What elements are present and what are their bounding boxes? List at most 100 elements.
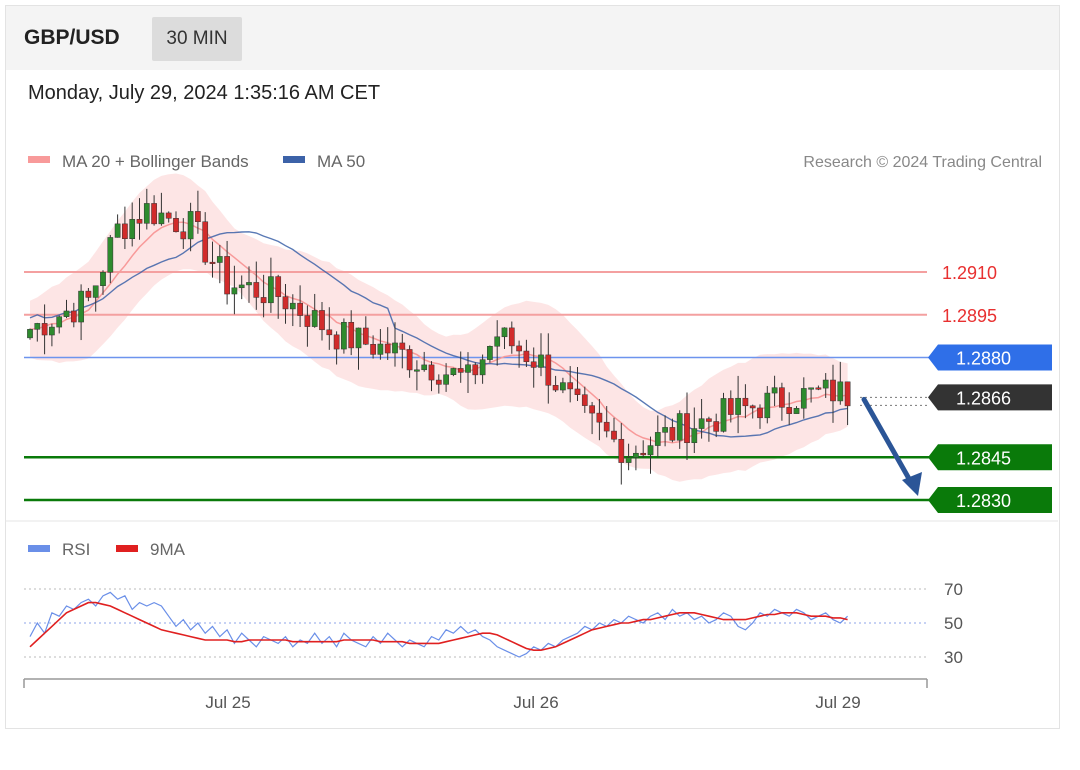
candle-body bbox=[530, 361, 537, 368]
candle-body bbox=[362, 327, 369, 345]
ma20-legend-label: MA 20 + Bollinger Bands bbox=[62, 152, 249, 171]
candle-body bbox=[319, 310, 325, 331]
candle-body bbox=[786, 407, 793, 414]
candle-body bbox=[122, 223, 128, 239]
candle-body bbox=[180, 231, 187, 240]
candle-body bbox=[304, 315, 311, 327]
candle-body bbox=[742, 397, 749, 407]
candle-body bbox=[70, 310, 77, 323]
candle-body bbox=[151, 203, 157, 225]
candle-body bbox=[377, 343, 384, 355]
candle-body bbox=[158, 212, 165, 225]
candle-body bbox=[793, 408, 800, 414]
candle-body bbox=[735, 397, 741, 415]
candle-body bbox=[545, 354, 552, 386]
candle-body bbox=[100, 271, 106, 286]
candle-body bbox=[581, 394, 588, 406]
candle-body bbox=[727, 398, 734, 415]
candle-body bbox=[830, 379, 836, 402]
candle-body bbox=[34, 323, 41, 330]
candle-body bbox=[538, 354, 544, 368]
candle-body bbox=[764, 392, 771, 419]
candle-body bbox=[808, 387, 814, 390]
candle-body bbox=[56, 316, 63, 328]
candle-body bbox=[706, 418, 712, 422]
candle-body bbox=[202, 221, 209, 263]
x-tick-label: Jul 26 bbox=[513, 693, 558, 712]
candle-body bbox=[143, 203, 150, 224]
rsi-legend-swatch bbox=[28, 545, 50, 552]
price-tags: 1.2910 1.2895 1.2880 1.2866 1.2845 1.2830 bbox=[928, 263, 1052, 513]
rsi-tick-label: 30 bbox=[944, 648, 963, 667]
candle-body bbox=[49, 326, 55, 336]
candle-body bbox=[691, 428, 698, 444]
support-price-tag-label: 1.2830 bbox=[956, 491, 1011, 511]
candle-body bbox=[640, 452, 647, 456]
candle-body bbox=[844, 381, 851, 407]
candle-body bbox=[341, 322, 347, 350]
ma50-legend-label: MA 50 bbox=[317, 152, 365, 171]
candle-body bbox=[523, 350, 530, 363]
candle-body bbox=[749, 405, 756, 409]
candle-body bbox=[560, 382, 566, 391]
candle-body bbox=[757, 407, 763, 419]
candle-body bbox=[355, 327, 362, 349]
candle-body bbox=[326, 329, 333, 336]
candle-body bbox=[333, 334, 340, 350]
candle-body bbox=[421, 364, 428, 371]
candle-body bbox=[209, 261, 216, 264]
candle-body bbox=[552, 385, 559, 391]
candle-body bbox=[779, 387, 785, 408]
candle-body bbox=[92, 285, 99, 298]
price-chart: MA 20 + Bollinger Bands MA 50 Research ©… bbox=[5, 152, 1058, 712]
research-credit: Research © 2024 Trading Central bbox=[803, 154, 1042, 171]
candle-body bbox=[129, 219, 136, 239]
x-tick-label: Jul 25 bbox=[205, 693, 250, 712]
candle-body bbox=[713, 421, 720, 432]
ma9-legend-label: 9MA bbox=[150, 540, 186, 559]
candle-body bbox=[450, 368, 457, 376]
candle-body bbox=[246, 282, 252, 286]
ma20-legend-swatch bbox=[28, 156, 50, 163]
pivot-price-tag-label: 1.2880 bbox=[956, 349, 1011, 369]
candle-body bbox=[698, 418, 705, 429]
candle-body bbox=[216, 256, 223, 263]
candle-body bbox=[27, 329, 33, 339]
candle-body bbox=[384, 343, 391, 354]
candle-body bbox=[457, 368, 464, 373]
candle-body bbox=[224, 256, 230, 295]
candle-body bbox=[611, 430, 617, 440]
candle-body bbox=[516, 345, 522, 352]
rsi-panel: 70 50 30 bbox=[24, 580, 963, 667]
candle-body bbox=[114, 223, 121, 238]
candle-body bbox=[165, 212, 172, 219]
candle-body bbox=[414, 369, 420, 372]
rsi-tick-label: 50 bbox=[944, 614, 963, 633]
current-price-tag-label: 1.2866 bbox=[956, 388, 1011, 408]
candle-body bbox=[231, 287, 238, 295]
candle-body bbox=[406, 349, 413, 371]
candle-body bbox=[260, 297, 267, 304]
candle-body bbox=[684, 413, 690, 444]
candle-body bbox=[195, 211, 201, 222]
rsi-tick-label: 70 bbox=[944, 580, 963, 599]
candle-body bbox=[435, 379, 442, 385]
candle-body bbox=[720, 398, 727, 432]
x-tick-label: Jul 29 bbox=[815, 693, 860, 712]
rsi-legend-label: RSI bbox=[62, 540, 90, 559]
candle-body bbox=[348, 322, 355, 349]
candle-body bbox=[494, 336, 501, 347]
candle-body bbox=[771, 387, 778, 394]
candle-body bbox=[822, 379, 829, 389]
resistance-level-label: 1.2895 bbox=[942, 306, 997, 326]
candle-body bbox=[443, 374, 449, 385]
candle-body bbox=[275, 276, 282, 297]
candle-body bbox=[662, 427, 668, 433]
candle-body bbox=[815, 387, 822, 390]
candle-body bbox=[428, 364, 435, 381]
candle-body bbox=[837, 381, 844, 402]
candle-body bbox=[289, 302, 296, 310]
candle-body bbox=[297, 302, 303, 316]
candle-body bbox=[268, 276, 274, 304]
candle-body bbox=[589, 405, 595, 414]
